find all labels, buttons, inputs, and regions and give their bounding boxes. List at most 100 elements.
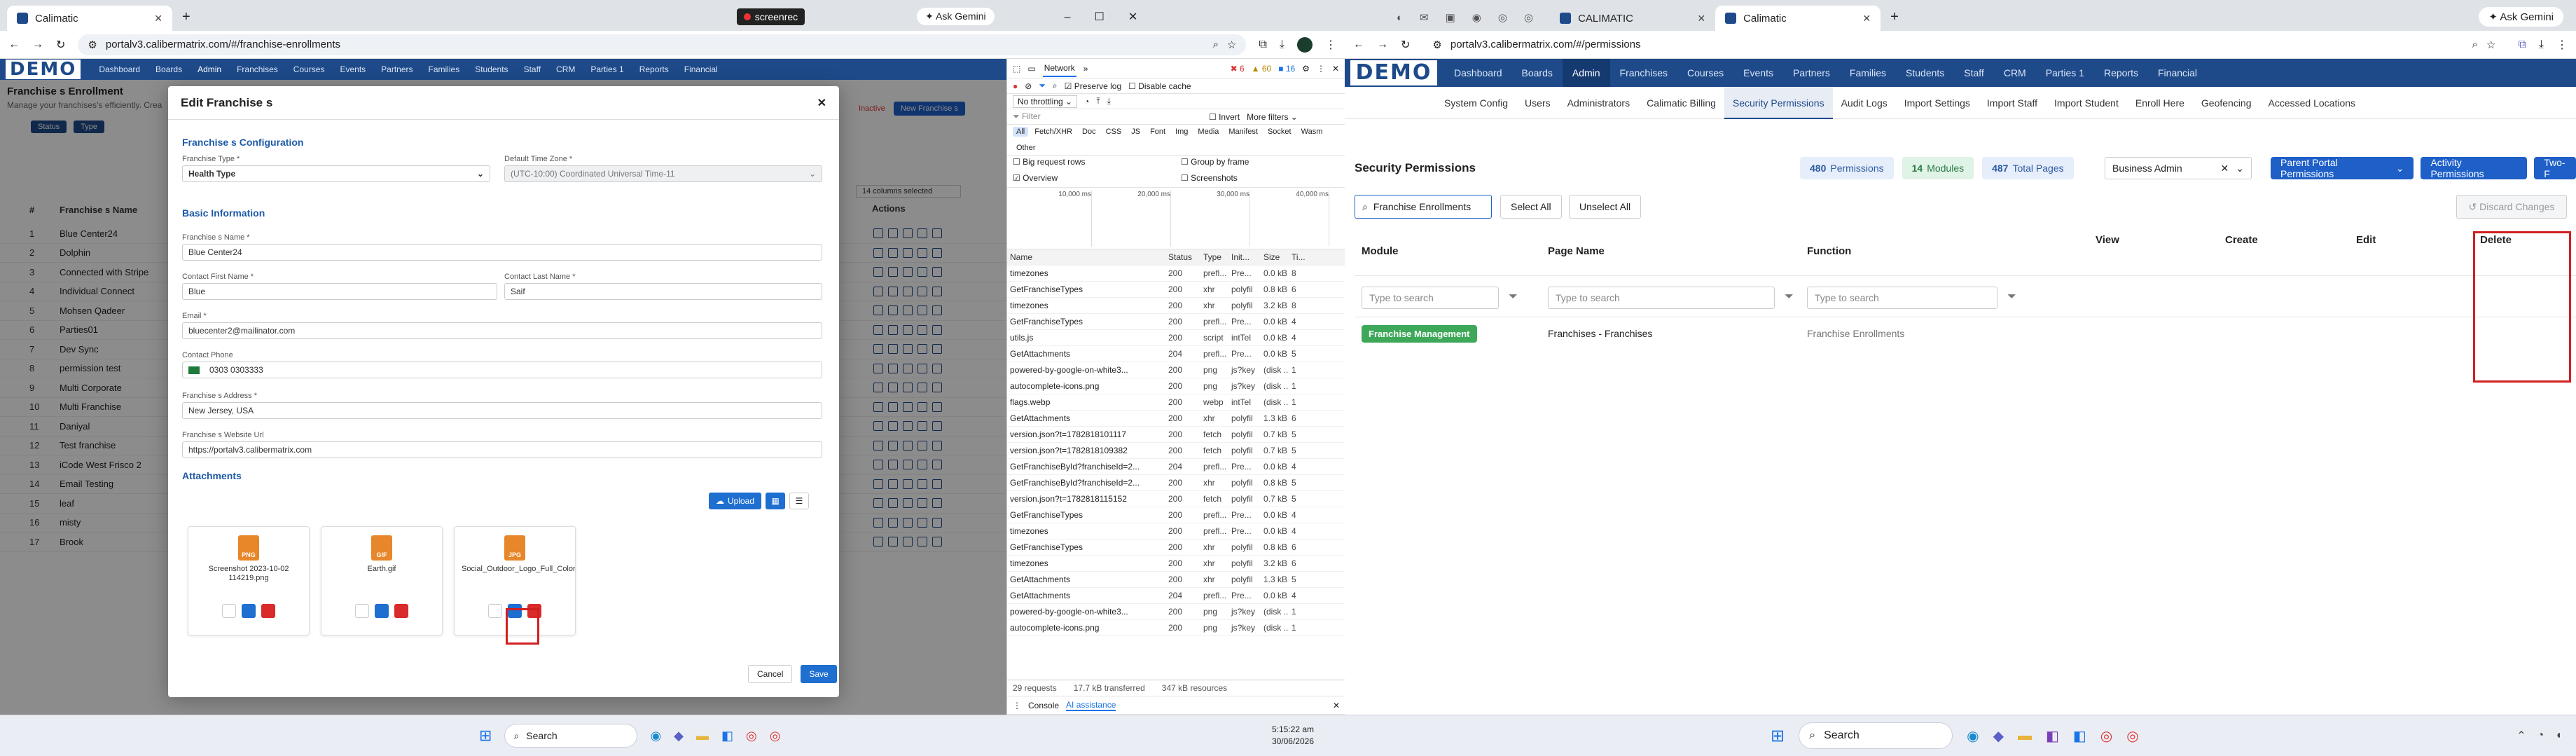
- forward-icon[interactable]: →: [1377, 39, 1388, 51]
- list-view-icon[interactable]: ☰: [789, 493, 810, 509]
- tab-ai-assistance[interactable]: AI assistance: [1066, 700, 1116, 711]
- type-filter-1[interactable]: Fetch/XHR: [1031, 127, 1076, 137]
- zoom-icon[interactable]: ⌕: [1213, 39, 1219, 50]
- bookmark-star-icon[interactable]: ☆: [2486, 39, 2495, 51]
- view-eye-icon[interactable]: [488, 604, 502, 618]
- subnav-item[interactable]: Geofencing: [2193, 87, 2260, 119]
- type-filter-2[interactable]: Doc: [1079, 127, 1100, 137]
- unselect-all-button[interactable]: Unselect All: [1569, 195, 1642, 219]
- request-row[interactable]: GetFranchiseById?franchiseId=2... 204 pref…: [1007, 459, 1345, 475]
- type-filter-4[interactable]: JS: [1128, 127, 1144, 137]
- nav-item[interactable]: Admin: [1562, 59, 1610, 87]
- nav-item[interactable]: Students: [475, 64, 508, 74]
- role-select[interactable]: Business Admin ✕ ⌄: [2105, 157, 2252, 179]
- download-icon[interactable]: ⤓: [2539, 39, 2544, 51]
- save-button[interactable]: Save: [801, 665, 837, 683]
- back-icon[interactable]: ←: [8, 39, 20, 51]
- col-header[interactable]: Ti...: [1289, 252, 1310, 262]
- edge-icon[interactable]: ◉: [1967, 727, 1979, 745]
- new-tab-icon[interactable]: +: [1890, 9, 1899, 25]
- request-row[interactable]: GetAttachments 204 prefl... Pre... 0.0 kB 4: [1007, 588, 1345, 604]
- subnav-item[interactable]: Import Settings: [1896, 87, 1979, 119]
- filter-icon[interactable]: ⏷: [1785, 291, 1794, 303]
- record-icon[interactable]: ●: [1013, 81, 1018, 91]
- clear-icon[interactable]: ✕: [2221, 163, 2229, 174]
- type-filter-7[interactable]: Media: [1194, 127, 1222, 137]
- url-bar[interactable]: ⚙ portalv3.calibermatrix.com/#/permissio…: [1422, 34, 2506, 55]
- timeline-overview[interactable]: 10,000 ms 20,000 ms 30,000 ms 40,000 ms: [1007, 188, 1345, 249]
- settings-gear-icon[interactable]: ⚙: [1302, 64, 1310, 74]
- close-tab-icon[interactable]: ✕: [154, 13, 162, 25]
- request-row[interactable]: GetAttachments 204 prefl... Pre... 0.0 kB 5: [1007, 346, 1345, 362]
- page-search-input[interactable]: Type to search: [1548, 287, 1775, 309]
- menu-icon[interactable]: ⋮: [1325, 38, 1336, 52]
- tab-console[interactable]: Console: [1028, 701, 1059, 710]
- subnav-item[interactable]: Users: [1516, 87, 1559, 119]
- request-row[interactable]: GetAttachments 200 xhr polyfil 1.3 kB 5: [1007, 572, 1345, 588]
- permission-search-input[interactable]: ⌕ Franchise Enrollments: [1355, 195, 1492, 219]
- nav-item[interactable]: Partners: [1783, 59, 1840, 87]
- email-input[interactable]: bluecenter2@mailinator.com: [182, 322, 822, 339]
- request-row[interactable]: autocomplete-icons.png 200 png js?key (disk …: [1007, 378, 1345, 394]
- app-logo[interactable]: DEMO: [6, 60, 81, 79]
- request-row[interactable]: version.json?t=1782818115152 200 fetch poly…: [1007, 491, 1345, 507]
- trash-icon[interactable]: [394, 604, 408, 618]
- filter-icon[interactable]: ⏷: [2007, 291, 2016, 303]
- new-tab-icon[interactable]: +: [182, 9, 191, 25]
- disable-cache-checkbox[interactable]: ☐ Disable cache: [1128, 81, 1191, 91]
- request-row[interactable]: GetFranchiseTypes 200 prefl... Pre... 0.0 kB…: [1007, 314, 1345, 330]
- system-tray[interactable]: ⌃ ◔ ◖: [2516, 729, 2562, 743]
- browser-tab-calimatic-caps[interactable]: CALIMATIC ✕: [1550, 6, 1715, 31]
- chrome-icon[interactable]: ◎: [2100, 727, 2112, 745]
- module-search-input[interactable]: Type to search: [1362, 287, 1499, 309]
- col-header[interactable]: Status: [1165, 252, 1200, 262]
- filter-icon[interactable]: ⏷: [1039, 81, 1046, 91]
- nav-item[interactable]: CRM: [556, 64, 575, 74]
- option-checkbox[interactable]: ☐ Group by frame: [1181, 157, 1321, 170]
- nav-item[interactable]: Dashboard: [1444, 59, 1512, 87]
- edge-icon[interactable]: ◉: [650, 729, 661, 743]
- profile-avatar[interactable]: [1297, 36, 1313, 53]
- request-row[interactable]: GetFranchiseById?franchiseId=2... 200 xhr p…: [1007, 475, 1345, 491]
- wifi-icon[interactable]: ◔: [1084, 97, 1089, 106]
- nav-item[interactable]: Parties 1: [2036, 59, 2094, 87]
- tab-network[interactable]: Network: [1042, 60, 1076, 77]
- nav-item[interactable]: CRM: [1994, 59, 2036, 87]
- two-factor-button[interactable]: Two-F: [2534, 157, 2576, 179]
- request-row[interactable]: powered-by-google-on-white3... 200 png js?k…: [1007, 604, 1345, 620]
- discard-changes-button[interactable]: ↺ Discard Changes: [2456, 195, 2567, 219]
- subnav-item[interactable]: Import Staff: [1979, 87, 2046, 119]
- parent-portal-permissions-button[interactable]: Parent Portal Permissions ⌄: [2271, 157, 2414, 179]
- nav-item[interactable]: Boards: [155, 64, 182, 74]
- request-row[interactable]: timezones 200 xhr polyfil 3.2 kB 6: [1007, 556, 1345, 572]
- last-name-input[interactable]: Saif: [504, 283, 822, 300]
- upload-button[interactable]: ☁ Upload: [709, 493, 762, 509]
- vscode-icon[interactable]: ◧: [721, 729, 733, 743]
- function-search-input[interactable]: Type to search: [1807, 287, 1997, 309]
- menu-icon[interactable]: ⋮: [2556, 38, 2568, 52]
- file-explorer-icon[interactable]: ▬: [2018, 728, 2032, 744]
- nav-item[interactable]: Events: [1733, 59, 1783, 87]
- nav-item[interactable]: Dashboard: [99, 64, 140, 74]
- nav-item[interactable]: Boards: [1512, 59, 1563, 87]
- devtools-close-icon[interactable]: ✕: [1332, 64, 1339, 74]
- browser-tab[interactable]: Calimatic ✕: [7, 6, 172, 31]
- browser-tab-calimatic[interactable]: Calimatic ✕: [1715, 6, 1881, 31]
- request-row[interactable]: timezones 200 prefl... Pre... 0.0 kB 4: [1007, 523, 1345, 539]
- col-header[interactable]: Type: [1200, 252, 1228, 262]
- type-filter-3[interactable]: CSS: [1102, 127, 1126, 137]
- chrome-icon-2[interactable]: ◎: [2126, 727, 2138, 745]
- more-filters[interactable]: More filters ⌄: [1247, 112, 1298, 122]
- vs-icon[interactable]: ◧: [2046, 727, 2059, 745]
- option-checkbox[interactable]: ☑ Overview: [1013, 173, 1181, 186]
- reload-icon[interactable]: ↻: [56, 38, 65, 52]
- download-icon[interactable]: ⤓: [1280, 39, 1284, 51]
- type-filter-11[interactable]: Other: [1013, 143, 1039, 153]
- teams-icon[interactable]: ◆: [1993, 727, 2004, 745]
- ask-gemini-button[interactable]: ✦ Ask Gemini: [2479, 7, 2563, 27]
- chrome-icon-2[interactable]: ◎: [770, 729, 781, 743]
- drawer-close-icon[interactable]: ✕: [1333, 701, 1340, 710]
- nav-item[interactable]: Financial: [684, 64, 718, 74]
- volume-icon[interactable]: ◖: [2555, 729, 2562, 742]
- nav-item[interactable]: Students: [1896, 59, 1954, 87]
